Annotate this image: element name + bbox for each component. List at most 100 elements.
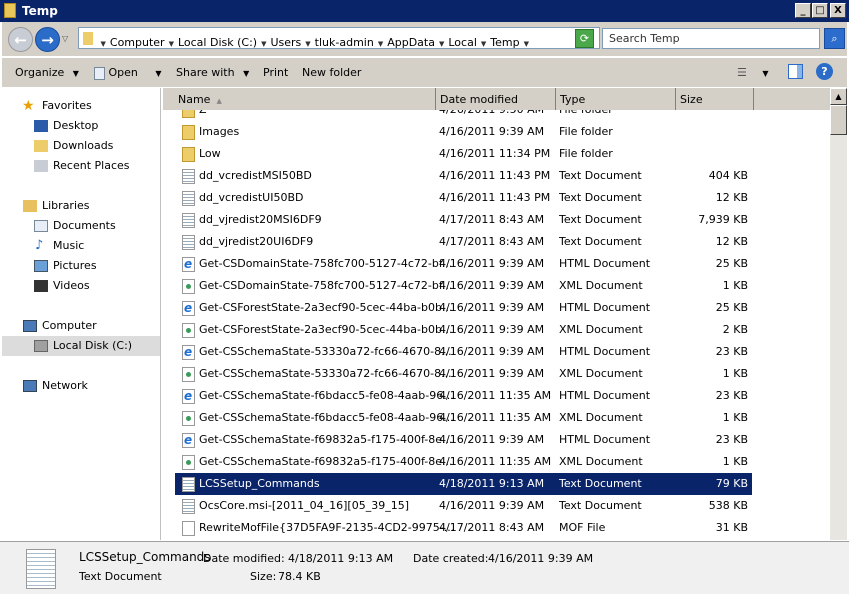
refresh-button[interactable]: ⟳ (575, 29, 594, 48)
scroll-up-button[interactable]: ▲ (830, 88, 847, 105)
breadcrumb-item[interactable]: Local (448, 36, 477, 49)
file-name: Get-CSSchemaState-53330a72-fc66-4670-8..… (199, 367, 452, 380)
column-name-label: Name (178, 93, 211, 106)
new-folder-button[interactable]: New folder (302, 66, 361, 79)
file-row[interactable]: Get-CSForestState-2a3ecf90-5cec-44ba-b0b… (175, 297, 752, 319)
sidebar-item-local-disk[interactable]: Local Disk (C:) (2, 336, 160, 356)
sidebar-item-network[interactable]: Network (2, 376, 160, 396)
breadcrumb-item[interactable]: Local Disk (C:) (178, 36, 257, 49)
vertical-scrollbar[interactable]: ▲ (830, 88, 847, 540)
breadcrumb-separator[interactable]: ▼ (261, 40, 266, 48)
maximize-button[interactable]: □ (812, 3, 828, 18)
file-row[interactable]: LCSSetup_Commands 4/18/2011 9:13 AM Text… (175, 473, 752, 495)
minimize-button[interactable]: _ (795, 3, 811, 18)
breadcrumb-item[interactable]: Users (270, 36, 301, 49)
file-name: dd_vcredistUI50BD (199, 191, 304, 204)
sidebar-item-videos[interactable]: Videos (2, 276, 160, 296)
file-row[interactable]: Get-CSSchemaState-f6bdacc5-fe08-4aab-96.… (175, 407, 752, 429)
sidebar-item-pictures[interactable]: Pictures (2, 256, 160, 276)
sidebar-item-downloads[interactable]: Downloads (2, 136, 160, 156)
file-row[interactable]: Get-CSSchemaState-f69832a5-f175-400f-8e.… (175, 451, 752, 473)
breadcrumb-separator[interactable]: ▼ (481, 40, 486, 48)
details-file-type: Text Document (79, 570, 162, 583)
recent-pages-dropdown[interactable]: ▽ (62, 34, 68, 43)
column-type[interactable]: Type (556, 88, 676, 110)
file-row[interactable]: OcsCore.msi-[2011_04_16][05_39_15] 4/16/… (175, 495, 752, 517)
html-document-icon (182, 341, 195, 363)
sidebar-item-recent-places[interactable]: Recent Places (2, 156, 160, 176)
network-icon (23, 380, 37, 392)
file-type: HTML Document (559, 257, 651, 270)
file-date: 4/16/2011 9:39 AM (439, 323, 545, 336)
back-button[interactable]: ← (8, 27, 33, 52)
file-size: 23 KB (715, 433, 748, 446)
print-button[interactable]: Print (263, 66, 288, 79)
file-type: XML Document (559, 455, 643, 468)
file-row[interactable]: Images 4/16/2011 9:39 AM File folder (175, 121, 752, 143)
scroll-thumb[interactable] (830, 105, 847, 135)
file-row[interactable]: dd_vjredist20MSI6DF9 4/17/2011 8:43 AM T… (175, 209, 752, 231)
sidebar-item-computer[interactable]: Computer (2, 316, 160, 336)
breadcrumb-separator[interactable]: ▼ (524, 40, 529, 48)
file-type: File folder (559, 110, 613, 121)
size-label: Size: (250, 570, 277, 583)
file-row[interactable]: Low 4/16/2011 11:34 PM File folder (175, 143, 752, 165)
forward-button[interactable]: → (35, 27, 60, 52)
file-date: 4/16/2011 11:35 AM (439, 389, 552, 402)
computer-icon (23, 320, 37, 332)
file-row[interactable]: dd_vcredistUI50BD 4/16/2011 11:43 PM Tex… (175, 187, 752, 209)
sidebar-item-desktop[interactable]: Desktop (2, 116, 160, 136)
breadcrumb-separator[interactable]: ▼ (169, 40, 174, 48)
file-row[interactable]: RewriteMofFile{37D5FA9F-2135-4CD2-9975-.… (175, 517, 752, 539)
breadcrumb-separator[interactable]: ▼ (378, 40, 383, 48)
file-row[interactable]: Get-CSSchemaState-53330a72-fc66-4670-8..… (175, 363, 752, 385)
file-row[interactable]: Get-CSSchemaState-f69832a5-f175-400f-8e.… (175, 429, 752, 451)
breadcrumb-separator[interactable]: ▼ (101, 40, 106, 48)
breadcrumb-item[interactable]: Computer (110, 36, 165, 49)
help-button[interactable]: ? (816, 63, 833, 80)
sidebar-item-favorites[interactable]: ★ Favorites (2, 96, 160, 116)
file-name: Z (199, 110, 207, 121)
search-button[interactable]: ⌕ (824, 28, 845, 49)
file-name: Get-CSForestState-2a3ecf90-5cec-44ba-b0b… (199, 323, 453, 336)
view-options-icon[interactable]: ☰ ▼ (737, 66, 769, 79)
column-name[interactable]: Name ▲ (174, 88, 436, 110)
address-bar[interactable]: ▼ Computer ▼ Local Disk (C:) ▼ Users ▼ tluk-adm… (78, 27, 600, 49)
share-with-button[interactable]: Share with ▼ (176, 66, 249, 79)
sidebar-item-music[interactable]: ♪ Music (2, 236, 160, 256)
xml-document-icon (182, 411, 195, 426)
folder-icon (182, 147, 195, 162)
sidebar-item-libraries[interactable]: Libraries (2, 196, 160, 216)
breadcrumb-item[interactable]: AppData (387, 36, 435, 49)
open-button[interactable]: Open ▼ (94, 66, 162, 80)
sidebar-item-documents[interactable]: Documents (2, 216, 160, 236)
documents-icon (34, 220, 48, 232)
file-row[interactable]: Get-CSSchemaState-53330a72-fc66-4670-8..… (175, 341, 752, 363)
file-row[interactable]: Get-CSDomainState-758fc700-5127-4c72-bf.… (175, 275, 752, 297)
details-pane: LCSSetup_Commands Text Document Date mod… (0, 541, 849, 594)
column-date-modified[interactable]: Date modified (436, 88, 556, 110)
file-row[interactable]: dd_vjredist20UI6DF9 4/17/2011 8:43 AM Te… (175, 231, 752, 253)
breadcrumb-separator[interactable]: ▼ (305, 40, 310, 48)
sort-ascending-icon: ▲ (216, 97, 222, 105)
breadcrumb-item[interactable]: Temp (490, 36, 519, 49)
close-button[interactable]: X (830, 3, 846, 18)
file-row[interactable]: Get-CSSchemaState-f6bdacc5-fe08-4aab-96.… (175, 385, 752, 407)
file-row[interactable]: Z 4/26/2011 9:50 AM File folder (175, 110, 752, 121)
file-list: Z 4/26/2011 9:50 AM File folder Images 4… (163, 110, 830, 540)
preview-pane-button[interactable] (788, 64, 803, 79)
file-date: 4/26/2011 9:50 AM (439, 110, 544, 121)
file-row[interactable]: dd_vcredistMSI50BD 4/16/2011 11:43 PM Te… (175, 165, 752, 187)
breadcrumb-item[interactable]: tluk-admin (315, 36, 374, 49)
search-input[interactable]: Search Temp (602, 28, 820, 49)
file-date: 4/16/2011 9:39 AM (439, 433, 545, 446)
sidebar-label: Downloads (53, 139, 114, 152)
organize-button[interactable]: Organize ▼ (15, 66, 79, 79)
file-row[interactable]: Get-CSDomainState-758fc700-5127-4c72-bf.… (175, 253, 752, 275)
column-size[interactable]: Size (676, 88, 754, 110)
libraries-icon (23, 200, 37, 212)
file-row[interactable]: Get-CSForestState-2a3ecf90-5cec-44ba-b0b… (175, 319, 752, 341)
date-created-value: 4/16/2011 9:39 AM (488, 552, 594, 565)
breadcrumb-separator[interactable]: ▼ (439, 40, 444, 48)
date-modified-value: 4/18/2011 9:13 AM (288, 552, 394, 565)
